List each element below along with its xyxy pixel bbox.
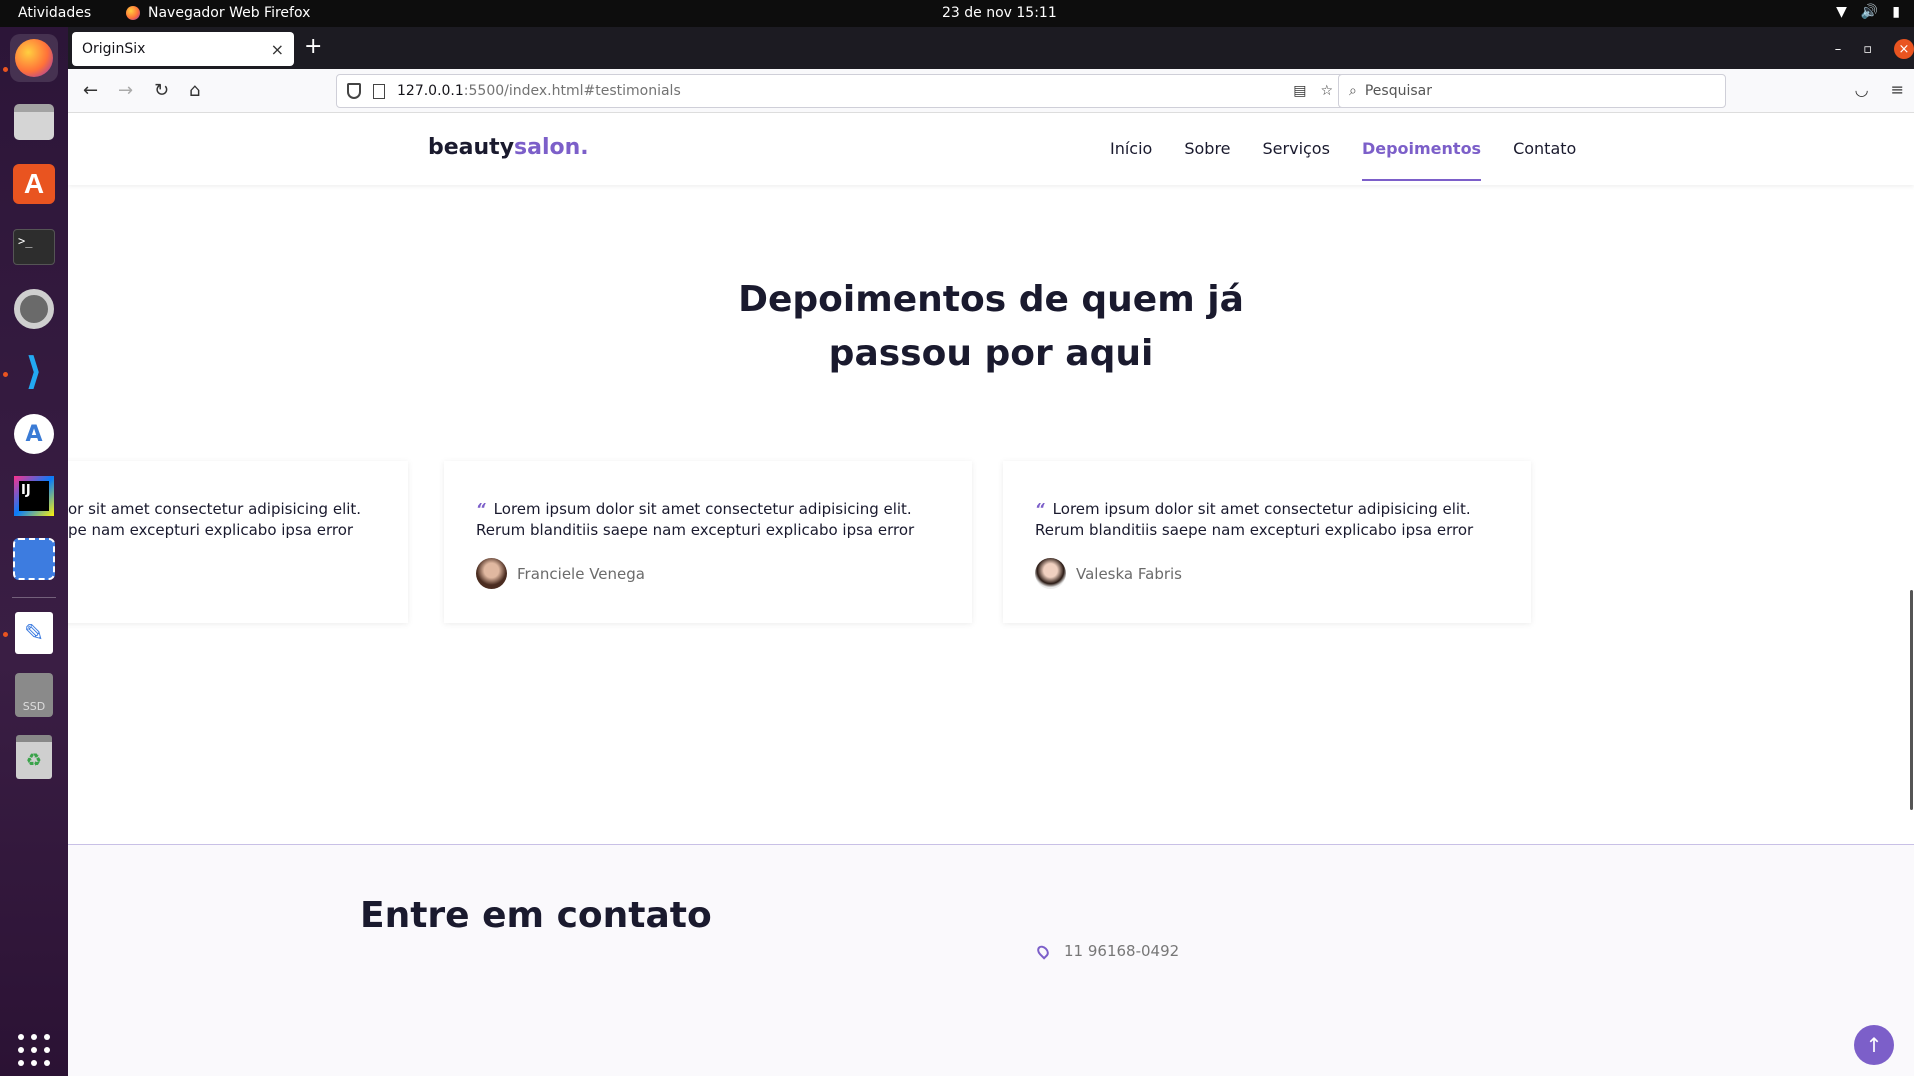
system-tray[interactable]: ▼ 🔊 ▮	[1836, 4, 1900, 20]
contact-section	[68, 845, 1914, 1076]
testimonial-text: “Lorem ipsum dolor sit amet consectetur …	[1035, 500, 1474, 539]
menu-depoimentos[interactable]: Depoimentos	[1361, 139, 1482, 181]
page-info-icon[interactable]	[373, 83, 385, 99]
window-controls: – ▫ ×	[1835, 39, 1914, 59]
activities-button[interactable]: Atividades	[18, 5, 91, 21]
tracking-protection-icon[interactable]	[347, 83, 361, 99]
volume-icon: 🔊	[1860, 4, 1879, 20]
testimonial-card[interactable]: “Lorem ipsum dolor sit amet consectetur …	[1003, 461, 1531, 623]
ssd-drive-dock-icon[interactable]: SSD	[10, 671, 58, 719]
close-tab-icon[interactable]: ×	[271, 40, 284, 59]
software-center-dock-icon[interactable]: A	[10, 160, 58, 208]
tab-title: OriginSix	[82, 41, 146, 57]
url-host: 127.0.0.1	[397, 83, 464, 99]
site-logo[interactable]: beautysalon.	[428, 135, 589, 160]
contact-phone: 11 96168-0492	[1034, 942, 1180, 960]
running-indicator	[3, 632, 8, 637]
logo-main: beauty	[428, 135, 515, 160]
page-scrollbar[interactable]	[1910, 590, 1913, 810]
pocket-icon[interactable]: ◡	[1855, 80, 1869, 99]
settings-dock-icon[interactable]	[10, 285, 58, 333]
testimonial-author: Valeska Fabris	[1035, 558, 1182, 589]
author-name: Valeska Fabris	[1076, 564, 1182, 583]
site-header: beautysalon. Início Sobre Serviços Depoi…	[68, 113, 1914, 185]
location-pin-icon	[1034, 942, 1052, 960]
wifi-icon: ▼	[1836, 4, 1847, 20]
testimonial-card[interactable]: or sit amet consectetur adipisicing elit…	[68, 461, 408, 623]
back-icon[interactable]: ←	[83, 80, 98, 101]
testimonials-title: Depoimentos de quem já passou por aqui	[68, 273, 1914, 381]
browser-tab-bar: OriginSix × + – ▫ ×	[68, 27, 1914, 69]
trash-dock-icon[interactable]: ♻	[10, 733, 58, 781]
intellij-dock-icon[interactable]: IJ	[10, 472, 58, 520]
author-name: Franciele Venega	[517, 564, 645, 583]
screenshot-dock-icon[interactable]	[10, 535, 58, 583]
testimonial-text: or sit amet consectetur adipisicing elit…	[68, 500, 362, 539]
url-path: :5500/index.html#testimonials	[463, 83, 681, 99]
app-menu[interactable]: Navegador Web Firefox	[126, 5, 310, 21]
running-indicator	[3, 67, 8, 72]
menu-servicos[interactable]: Serviços	[1263, 139, 1330, 158]
testimonials-title-line1: Depoimentos de quem já	[738, 279, 1244, 320]
clock[interactable]: 23 de nov 15:11	[942, 5, 1057, 21]
running-indicator	[3, 372, 8, 377]
ubuntu-dock: A >_ ⟩ A IJ ✎ SSD ♻	[0, 27, 68, 1076]
files-dock-icon[interactable]	[10, 98, 58, 146]
menu-sobre[interactable]: Sobre	[1184, 139, 1230, 158]
menu-inicio[interactable]: Início	[1110, 139, 1152, 158]
firefox-icon	[126, 6, 140, 20]
reload-icon[interactable]: ↻	[154, 80, 169, 101]
phone-number: 11 96168-0492	[1064, 942, 1180, 960]
back-to-top-button[interactable]: ↑	[1854, 1025, 1894, 1065]
avatar	[476, 558, 507, 589]
battery-icon: ▮	[1892, 4, 1900, 20]
maximize-icon[interactable]: ▫	[1863, 42, 1872, 57]
android-studio-dock-icon[interactable]: A	[10, 410, 58, 458]
search-icon: ⌕	[1349, 83, 1357, 99]
system-top-bar: Atividades Navegador Web Firefox 23 de n…	[0, 0, 1914, 27]
terminal-dock-icon[interactable]: >_	[10, 223, 58, 271]
home-icon[interactable]: ⌂	[189, 80, 200, 101]
testimonial-card[interactable]: “Lorem ipsum dolor sit amet consectetur …	[444, 461, 972, 623]
arrow-up-icon: ↑	[1865, 1033, 1883, 1057]
tab-originsix[interactable]: OriginSix ×	[72, 32, 294, 66]
app-name: Navegador Web Firefox	[148, 5, 311, 21]
quote-icon: “	[1035, 500, 1045, 518]
web-page: beautysalon. Início Sobre Serviços Depoi…	[68, 113, 1914, 1076]
logo-accent: salon.	[514, 135, 589, 160]
search-placeholder: Pesquisar	[1364, 83, 1432, 99]
testimonial-author: Franciele Venega	[476, 558, 645, 589]
search-bar[interactable]: ⌕ Pesquisar	[1338, 74, 1726, 108]
bookmark-star-icon[interactable]: ☆	[1320, 83, 1333, 99]
menu-icon[interactable]: ≡	[1891, 80, 1904, 99]
reader-view-icon[interactable]: ▤	[1293, 83, 1306, 99]
minimize-icon[interactable]: –	[1835, 42, 1842, 57]
quote-icon: “	[476, 500, 486, 518]
show-apps-icon[interactable]	[18, 1034, 50, 1066]
vscode-dock-icon[interactable]: ⟩	[10, 347, 58, 395]
contact-title: Entre em contato	[360, 895, 712, 936]
url-bar[interactable]: 127.0.0.1 :5500/index.html#testimonials …	[336, 74, 1344, 108]
close-window-icon[interactable]: ×	[1894, 39, 1914, 59]
toolbar-right: ◡ ≡	[1855, 80, 1904, 99]
forward-icon[interactable]: →	[118, 80, 133, 101]
browser-nav-bar: ← → ↻ ⌂ 127.0.0.1 :5500/index.html#testi…	[68, 69, 1914, 113]
dock-separator	[12, 597, 56, 598]
menu-contato[interactable]: Contato	[1513, 139, 1576, 158]
new-tab-icon[interactable]: +	[304, 34, 322, 59]
firefox-dock-icon[interactable]	[10, 34, 58, 82]
text-editor-dock-icon[interactable]: ✎	[10, 609, 58, 657]
site-menu: Início Sobre Serviços Depoimentos Contat…	[1110, 139, 1576, 181]
testimonial-text: “Lorem ipsum dolor sit amet consectetur …	[476, 500, 915, 539]
avatar	[1035, 558, 1066, 589]
testimonials-title-line2: passou por aqui	[828, 333, 1154, 374]
